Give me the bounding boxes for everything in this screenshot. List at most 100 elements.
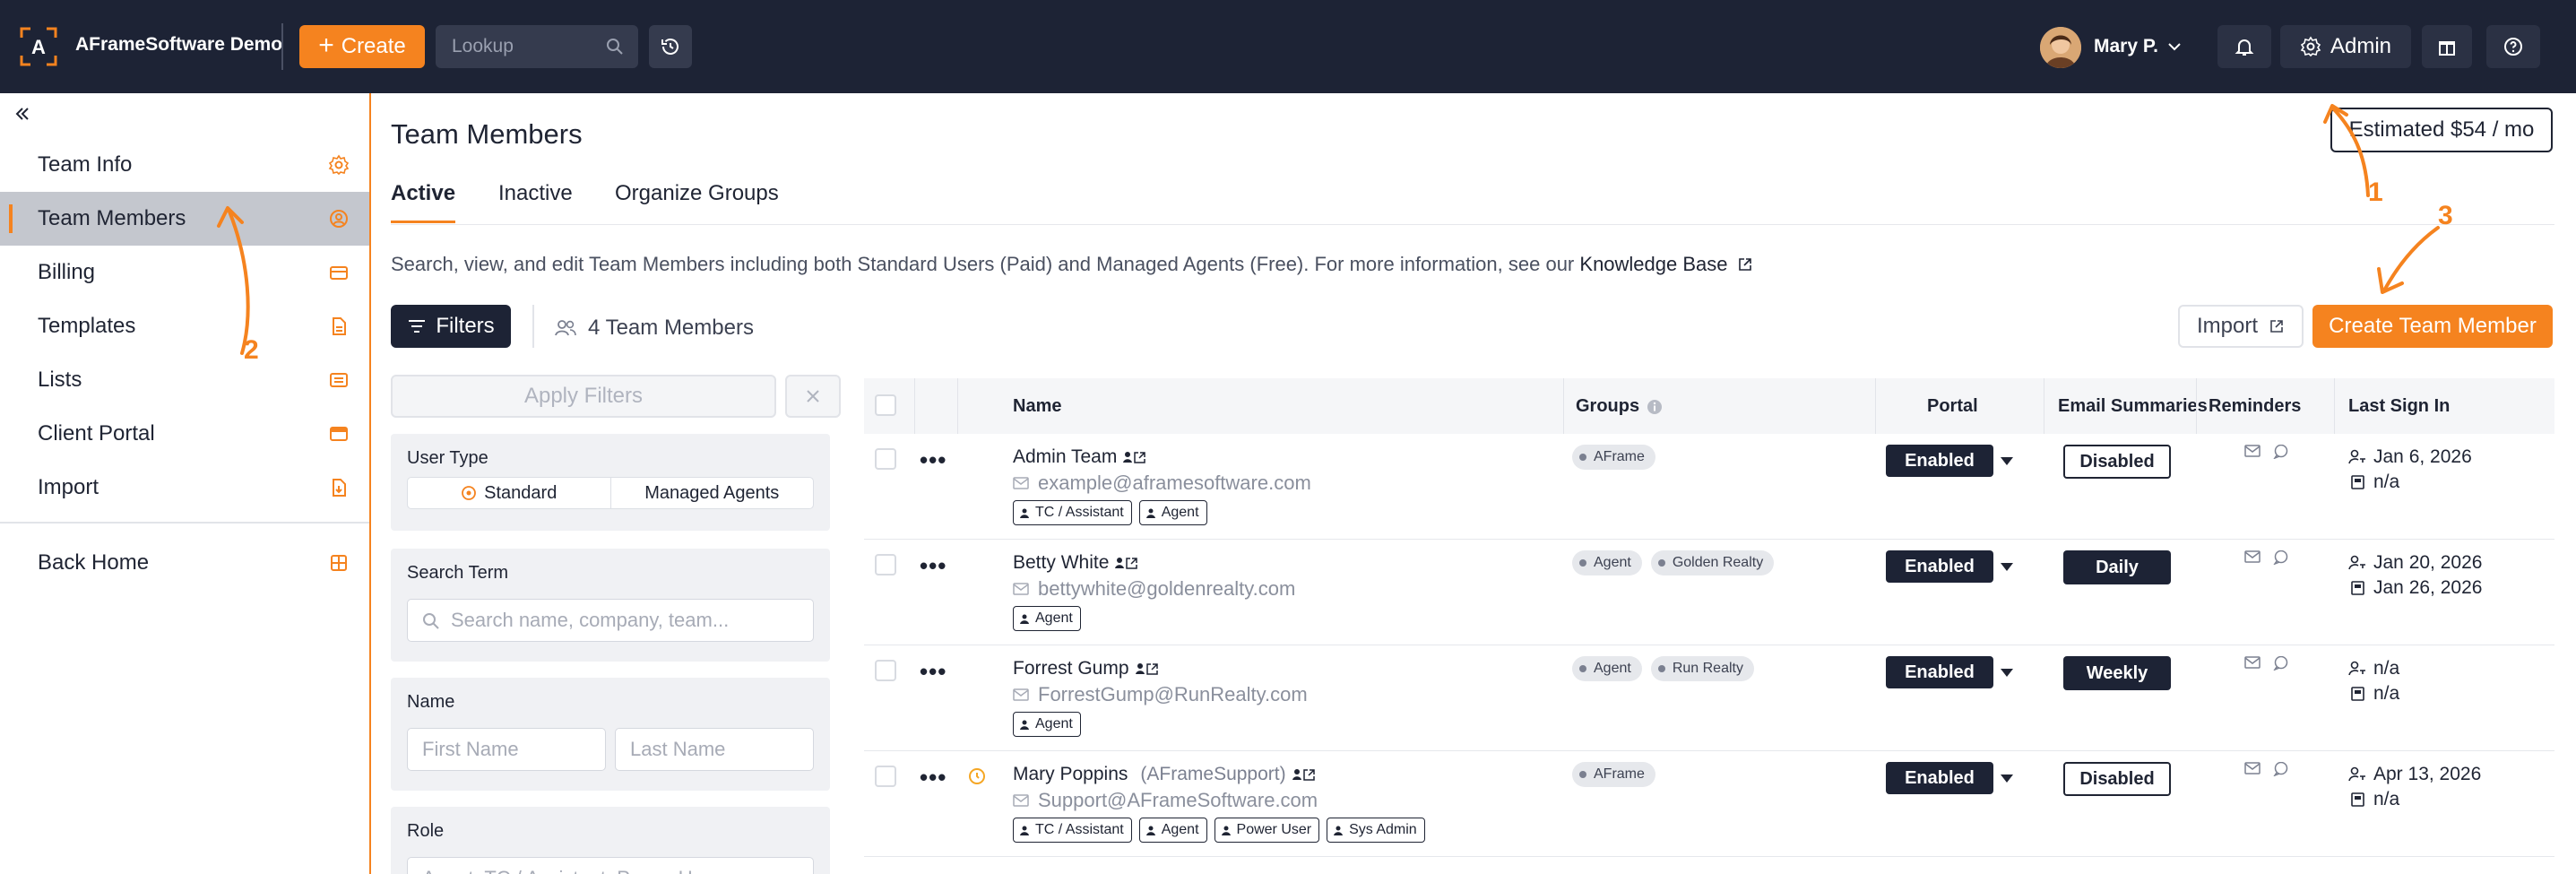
role-badge: Agent	[1138, 818, 1207, 843]
more-actions-icon[interactable]: •••	[920, 446, 947, 474]
chevron-down-icon[interactable]	[2165, 38, 2183, 56]
member-email[interactable]: ForrestGump@RunRealty.com	[1013, 683, 1308, 706]
user-profile-link-icon[interactable]	[1114, 556, 1139, 570]
portal-dropdown-caret-icon[interactable]	[2001, 563, 2013, 571]
sidebar-item-back-home[interactable]: Back Home	[0, 536, 369, 590]
table-row[interactable]: ••• Forrest Gump ForrestGump@RunRealty.c…	[864, 645, 2554, 751]
email-summary-badge[interactable]: Disabled	[2063, 445, 2171, 479]
portal-dropdown-caret-icon[interactable]	[2001, 774, 2013, 783]
collapse-sidebar-icon[interactable]	[13, 104, 32, 124]
sidebar-item-lists[interactable]: Lists	[0, 353, 369, 407]
user-type-standard-option[interactable]: Standard	[408, 478, 610, 508]
member-name[interactable]: Admin Team	[1013, 446, 1147, 468]
user-profile-link-icon[interactable]	[1122, 450, 1147, 464]
user-profile-link-icon[interactable]	[1135, 662, 1160, 676]
sidebar-item-client-portal[interactable]: Client Portal	[0, 407, 369, 461]
user-name[interactable]: Mary P.	[2094, 36, 2158, 57]
create-button[interactable]: + Create	[299, 25, 425, 68]
group-tag[interactable]: AFrame	[1572, 445, 1655, 470]
row-checkbox[interactable]	[875, 448, 896, 470]
reminder-icons	[2244, 445, 2289, 459]
mail-icon[interactable]	[2244, 445, 2260, 457]
user-type-managed-agents-option[interactable]: Managed Agents	[609, 478, 814, 508]
user-profile-link-icon[interactable]	[1292, 767, 1317, 782]
tab-organize-groups[interactable]: Organize Groups	[615, 181, 779, 206]
column-header-last-sign-in[interactable]: Last Sign In	[2348, 396, 2450, 417]
tab-inactive[interactable]: Inactive	[498, 181, 573, 206]
column-header-groups[interactable]: Groups	[1576, 396, 1663, 417]
portal-dropdown-caret-icon[interactable]	[2001, 457, 2013, 465]
member-email[interactable]: example@aframesoftware.com	[1013, 472, 1311, 495]
apply-filters-button[interactable]: Apply Filters	[391, 375, 776, 418]
chat-bubble-icon[interactable]	[2273, 550, 2289, 565]
sidebar-item-team-members[interactable]: Team Members	[0, 192, 369, 246]
row-checkbox[interactable]	[875, 660, 896, 681]
gift-button[interactable]	[2422, 25, 2472, 68]
chat-bubble-icon[interactable]	[2273, 445, 2289, 459]
admin-button[interactable]: Admin	[2280, 25, 2411, 68]
member-roles: TC / Assistant Agent Power User Sys Admi…	[1013, 818, 1425, 843]
portal-dropdown-caret-icon[interactable]	[2001, 669, 2013, 677]
chat-bubble-icon[interactable]	[2273, 656, 2289, 671]
history-button[interactable]	[649, 25, 692, 68]
more-actions-icon[interactable]: •••	[920, 764, 947, 792]
table-row[interactable]: ••• Mary Poppins (AFrameSupport) Support…	[864, 751, 2554, 857]
mail-icon[interactable]	[2244, 762, 2260, 774]
group-tag[interactable]: Golden Realty	[1650, 550, 1775, 575]
member-email[interactable]: Support@AFrameSoftware.com	[1013, 789, 1318, 812]
portal-status-button[interactable]: Enabled	[1886, 762, 1993, 794]
row-checkbox[interactable]	[875, 766, 896, 787]
info-icon[interactable]	[1647, 399, 1663, 415]
sidebar: Team Info Team Members Billing Templates…	[0, 93, 371, 874]
role-badge: Sys Admin	[1327, 818, 1425, 843]
table-row[interactable]: ••• Admin Team example@aframesoftware.co…	[864, 434, 2554, 540]
search-term-input[interactable]: Search name, company, team...	[407, 599, 814, 642]
notifications-button[interactable]	[2217, 25, 2271, 68]
member-name[interactable]: Mary Poppins (AFrameSupport)	[1013, 764, 1317, 785]
avatar[interactable]	[2040, 27, 2081, 68]
member-name[interactable]: Forrest Gump	[1013, 658, 1160, 679]
tabs-divider	[391, 224, 2554, 225]
knowledge-base-link[interactable]: Knowledge Base	[1579, 253, 1752, 275]
more-actions-icon[interactable]: •••	[920, 658, 947, 686]
role-select[interactable]: Agent, TC / Assistant, Power User, ...	[407, 857, 814, 874]
portal-status-button[interactable]: Enabled	[1886, 445, 1993, 477]
member-email[interactable]: bettywhite@goldenrealty.com	[1013, 577, 1295, 601]
sidebar-item-billing[interactable]: Billing	[0, 246, 369, 299]
mail-icon[interactable]	[2244, 550, 2260, 563]
sidebar-item-import[interactable]: Import	[0, 461, 369, 515]
member-name[interactable]: Betty White	[1013, 552, 1139, 574]
group-tag[interactable]: Run Realty	[1650, 656, 1754, 681]
mail-icon[interactable]	[2244, 656, 2260, 669]
column-header-portal[interactable]: Portal	[1927, 396, 1978, 417]
email-summary-badge[interactable]: Daily	[2063, 550, 2171, 584]
select-all-checkbox[interactable]	[875, 394, 896, 416]
chat-bubble-icon[interactable]	[2273, 762, 2289, 776]
column-header-name[interactable]: Name	[1013, 396, 1061, 417]
last-name-input[interactable]: Last Name	[615, 728, 814, 771]
filters-button[interactable]: Filters	[391, 305, 511, 348]
tab-active[interactable]: Active	[391, 181, 455, 206]
create-team-member-button[interactable]: Create Team Member	[2312, 305, 2553, 348]
import-button[interactable]: Import	[2178, 305, 2304, 348]
group-tag[interactable]: Agent	[1572, 656, 1642, 681]
email-summary-badge[interactable]: Disabled	[2063, 762, 2171, 796]
email-summary-badge[interactable]: Weekly	[2063, 656, 2171, 690]
sidebar-item-team-info[interactable]: Team Info	[0, 138, 369, 192]
help-button[interactable]	[2486, 25, 2540, 68]
column-header-reminders[interactable]: Reminders	[2209, 396, 2301, 417]
aframe-logo-icon[interactable]: A	[20, 27, 57, 66]
clear-filters-button[interactable]	[785, 375, 841, 418]
group-tag[interactable]: Agent	[1572, 550, 1642, 575]
sidebar-item-templates[interactable]: Templates	[0, 299, 369, 353]
portal-status-button[interactable]: Enabled	[1886, 550, 1993, 583]
portal-status-button[interactable]: Enabled	[1886, 656, 1993, 688]
lookup-search-input[interactable]: Lookup	[436, 25, 638, 68]
more-actions-icon[interactable]: •••	[920, 552, 947, 580]
table-row[interactable]: ••• Betty White bettywhite@goldenrealty.…	[864, 540, 2554, 645]
first-name-input[interactable]: First Name	[407, 728, 606, 771]
group-tag[interactable]: AFrame	[1572, 762, 1655, 787]
row-checkbox[interactable]	[875, 554, 896, 575]
column-header-email-summaries[interactable]: Email Summaries	[2058, 396, 2208, 417]
filter-lines-icon	[409, 320, 426, 333]
